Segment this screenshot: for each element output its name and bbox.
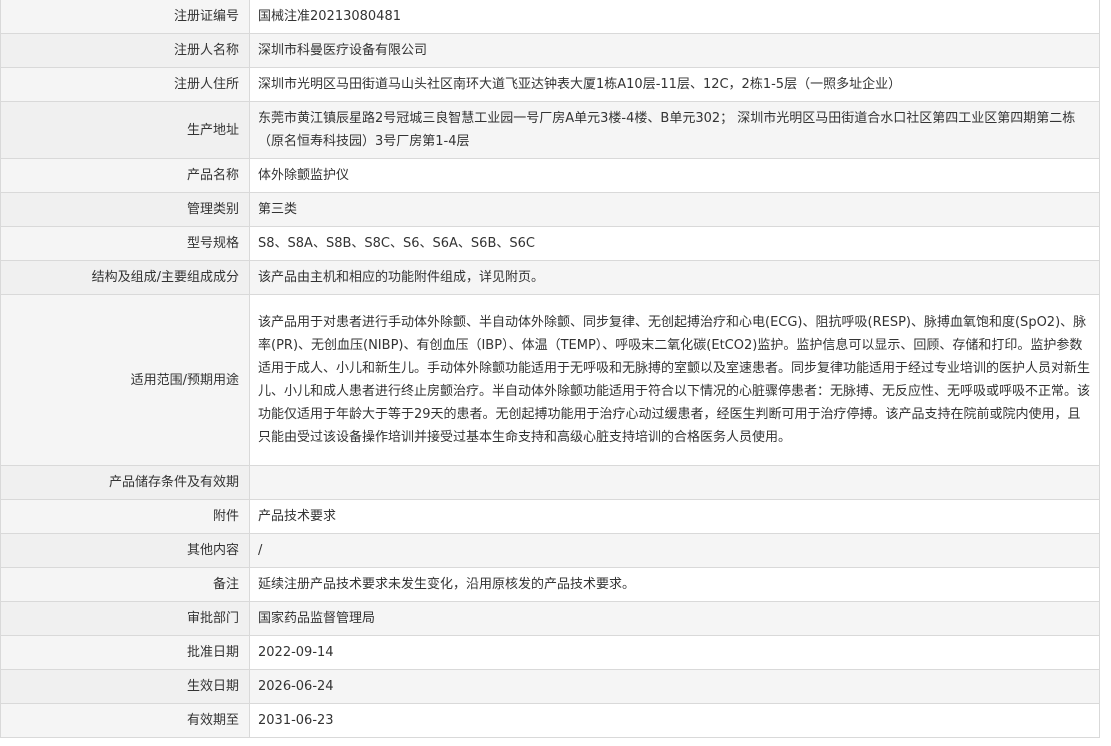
row-approval-department: 审批部门 国家药品监督管理局: [0, 601, 1100, 636]
row-management-category: 管理类别 第三类: [0, 192, 1100, 227]
field-value: 国家药品监督管理局: [249, 601, 1100, 636]
field-label: 备注: [0, 567, 250, 602]
field-value: 深圳市光明区马田街道马山头社区南环大道飞亚达钟表大厦1栋A10层-11层、12C…: [249, 67, 1100, 102]
field-label: 注册人住所: [0, 67, 250, 102]
field-value: 产品技术要求: [249, 499, 1100, 534]
field-value: 延续注册产品技术要求未发生变化，沿用原核发的产品技术要求。: [249, 567, 1100, 602]
field-value: 2031-06-23: [249, 703, 1100, 738]
field-value: [249, 465, 1100, 500]
row-registrant-name: 注册人名称 深圳市科曼医疗设备有限公司: [0, 33, 1100, 68]
registration-table: 注册证编号 国械注准20213080481 注册人名称 深圳市科曼医疗设备有限公…: [0, 0, 1100, 738]
field-label: 型号规格: [0, 226, 250, 261]
field-value: 体外除颤监护仪: [249, 158, 1100, 193]
field-label: 注册人名称: [0, 33, 250, 68]
field-label: 结构及组成/主要组成成分: [0, 260, 250, 295]
row-production-address: 生产地址 东莞市黄江镇辰星路2号冠城三良智慧工业园一号厂房A单元3楼-4楼、B单…: [0, 101, 1100, 159]
field-label: 产品储存条件及有效期: [0, 465, 250, 500]
row-product-name: 产品名称 体外除颤监护仪: [0, 158, 1100, 193]
row-effective-date: 生效日期 2026-06-24: [0, 669, 1100, 704]
field-value: 2026-06-24: [249, 669, 1100, 704]
row-expiry-date: 有效期至 2031-06-23: [0, 703, 1100, 738]
field-label: 管理类别: [0, 192, 250, 227]
field-label: 有效期至: [0, 703, 250, 738]
field-value: 东莞市黄江镇辰星路2号冠城三良智慧工业园一号厂房A单元3楼-4楼、B单元302；…: [249, 101, 1100, 159]
field-value: 2022-09-14: [249, 635, 1100, 670]
field-value: 国械注准20213080481: [249, 0, 1100, 34]
field-label: 其他内容: [0, 533, 250, 568]
row-model-spec: 型号规格 S8、S8A、S8B、S8C、S6、S6A、S6B、S6C: [0, 226, 1100, 261]
row-structure-composition: 结构及组成/主要组成成分 该产品由主机和相应的功能附件组成，详见附页。: [0, 260, 1100, 295]
field-label: 适用范围/预期用途: [0, 294, 250, 466]
field-value: S8、S8A、S8B、S8C、S6、S6A、S6B、S6C: [249, 226, 1100, 261]
field-value: 第三类: [249, 192, 1100, 227]
row-remarks: 备注 延续注册产品技术要求未发生变化，沿用原核发的产品技术要求。: [0, 567, 1100, 602]
field-label: 产品名称: [0, 158, 250, 193]
row-intended-use: 适用范围/预期用途 该产品用于对患者进行手动体外除颤、半自动体外除颤、同步复律、…: [0, 294, 1100, 466]
field-label: 批准日期: [0, 635, 250, 670]
field-label: 生产地址: [0, 101, 250, 159]
field-value: 该产品由主机和相应的功能附件组成，详见附页。: [249, 260, 1100, 295]
field-value: /: [249, 533, 1100, 568]
field-value: 该产品用于对患者进行手动体外除颤、半自动体外除颤、同步复律、无创起搏治疗和心电(…: [249, 294, 1100, 466]
field-value: 深圳市科曼医疗设备有限公司: [249, 33, 1100, 68]
row-attachment: 附件 产品技术要求: [0, 499, 1100, 534]
row-approval-date: 批准日期 2022-09-14: [0, 635, 1100, 670]
row-registrant-address: 注册人住所 深圳市光明区马田街道马山头社区南环大道飞亚达钟表大厦1栋A10层-1…: [0, 67, 1100, 102]
field-label: 附件: [0, 499, 250, 534]
field-label: 生效日期: [0, 669, 250, 704]
row-other-content: 其他内容 /: [0, 533, 1100, 568]
field-label: 审批部门: [0, 601, 250, 636]
field-label: 注册证编号: [0, 0, 250, 34]
row-registration-number: 注册证编号 国械注准20213080481: [0, 0, 1100, 34]
row-storage-conditions: 产品储存条件及有效期: [0, 465, 1100, 500]
